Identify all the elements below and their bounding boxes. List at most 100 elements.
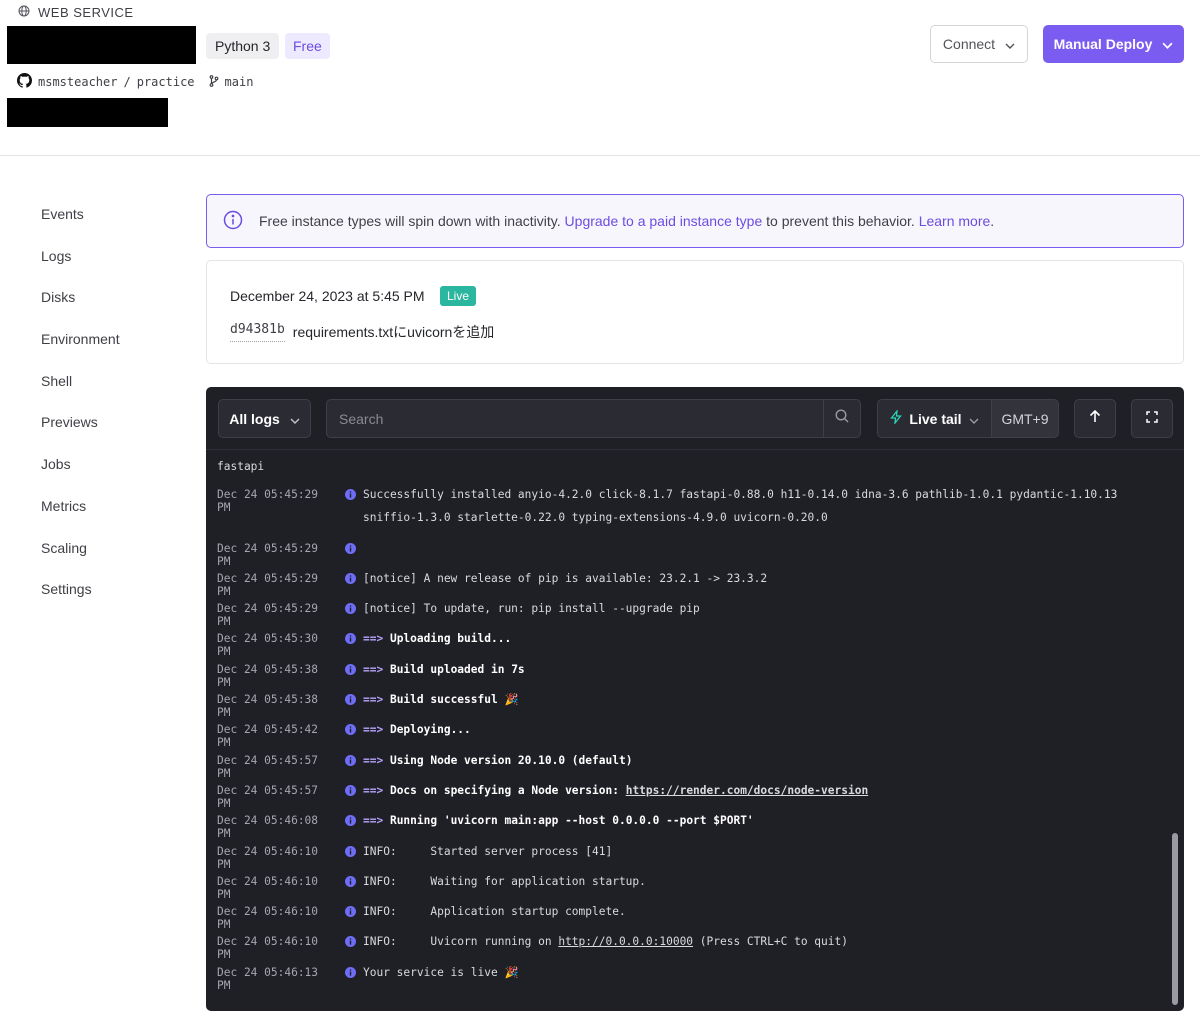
info-icon: [337, 845, 363, 857]
info-icon: [337, 875, 363, 887]
log-filter-label: All logs: [229, 410, 280, 427]
banner-text-end: .: [990, 213, 995, 229]
commit-message: requirements.txtにuvicornを追加: [292, 324, 495, 340]
log-filter-dropdown[interactable]: All logs: [218, 399, 311, 438]
log-message: ==> Running 'uvicorn main:app --host 0.0…: [363, 814, 754, 827]
log-timestamp: Dec 24 05:45:30 PM: [217, 632, 319, 658]
log-message: ==> Using Node version 20.10.0 (default): [363, 754, 633, 767]
sidebar-item-events[interactable]: Events: [41, 200, 181, 242]
repo-name-link[interactable]: practice: [137, 75, 195, 89]
sidebar-item-jobs[interactable]: Jobs: [41, 450, 181, 492]
log-line: Dec 24 05:45:30 PM ==> Uploading build...: [217, 632, 1162, 658]
chevron-down-icon: [290, 411, 300, 427]
status-badge: Live: [440, 286, 477, 306]
log-message: INFO: Application startup complete.: [363, 905, 626, 918]
log-scrollbar[interactable]: [1172, 833, 1178, 1005]
branch-link[interactable]: main: [225, 75, 254, 89]
fullscreen-button[interactable]: [1131, 399, 1173, 438]
chevron-down-icon: [1162, 36, 1173, 52]
sidebar-item-settings[interactable]: Settings: [41, 575, 181, 617]
log-line: Dec 24 05:46:10 PM INFO: Uvicorn running …: [217, 935, 1162, 961]
sidebar-item-environment[interactable]: Environment: [41, 325, 181, 367]
redacted-service-name: [7, 26, 196, 64]
log-arrow: ==>: [363, 693, 390, 706]
log-line-partial: fastapi: [217, 460, 265, 473]
free-instance-banner: Free instance types will spin down with …: [206, 194, 1184, 248]
log-message: Successfully installed anyio-4.2.0 click…: [363, 488, 1125, 524]
log-message: ==> Docs on specifying a Node version: h…: [363, 784, 869, 797]
service-type-label: WEB SERVICE: [38, 5, 134, 20]
lightning-icon: [890, 408, 903, 427]
log-timestamp: Dec 24 05:45:57 PM: [217, 784, 319, 810]
log-arrow: ==>: [363, 754, 390, 767]
log-timestamp: Dec 24 05:45:38 PM: [217, 693, 319, 719]
info-icon: [337, 935, 363, 947]
learn-more-link[interactable]: Learn more: [919, 213, 991, 229]
log-arrow: ==>: [363, 784, 390, 797]
sidebar-item-previews[interactable]: Previews: [41, 408, 181, 450]
log-message: ==> Build successful 🎉: [363, 693, 519, 706]
connect-button[interactable]: Connect: [930, 25, 1028, 63]
live-tail-button[interactable]: Live tail: [877, 399, 992, 438]
log-message: [notice] A new release of pip is availab…: [363, 572, 768, 585]
log-line: Dec 24 05:45:29 PM [notice] To update, ru…: [217, 602, 1162, 628]
info-icon: [337, 723, 363, 735]
commit-hash-link[interactable]: d94381b: [230, 322, 285, 342]
log-line: Dec 24 05:45:57 PM ==> Using Node version…: [217, 754, 1162, 780]
log-arrow: ==>: [363, 632, 390, 645]
info-icon: [337, 488, 363, 500]
log-message: INFO: Waiting for application startup.: [363, 875, 646, 888]
sidebar-item-shell[interactable]: Shell: [41, 367, 181, 409]
repo-owner-link[interactable]: msmsteacher: [38, 75, 117, 89]
globe-icon: [18, 5, 30, 20]
deploy-card[interactable]: December 24, 2023 at 5:45 PM Live d94381…: [206, 260, 1184, 364]
log-search-input[interactable]: [326, 399, 824, 438]
sidebar-item-disks[interactable]: Disks: [41, 283, 181, 325]
log-line: Dec 24 05:45:38 PM ==> Build uploaded in …: [217, 663, 1162, 689]
search-icon: [835, 409, 849, 428]
log-line: Dec 24 05:45:29 PM Successfully installed…: [217, 488, 1162, 529]
sidebar-item-logs[interactable]: Logs: [41, 242, 181, 284]
commit-line: d94381b requirements.txtにuvicornを追加: [230, 322, 494, 342]
scroll-top-button[interactable]: [1074, 399, 1116, 438]
log-line: Dec 24 05:45:29 PM [notice] A new release…: [217, 572, 1162, 598]
log-timestamp: Dec 24 05:45:42 PM: [217, 723, 319, 749]
github-icon: [17, 73, 33, 91]
banner-text-middle: to prevent this behavior.: [766, 213, 915, 229]
log-arrow: ==>: [363, 663, 390, 676]
connect-label: Connect: [942, 36, 996, 52]
plan-badge: Free: [285, 33, 330, 59]
info-icon: [337, 693, 363, 705]
log-timestamp: Dec 24 05:45:29 PM: [217, 542, 319, 568]
info-icon: [337, 632, 363, 644]
log-line: Dec 24 05:46:08 PM ==> Running 'uvicorn m…: [217, 814, 1162, 840]
log-message: [notice] To update, run: pip install --u…: [363, 602, 700, 615]
info-icon: [223, 210, 243, 233]
log-timestamp: Dec 24 05:46:10 PM: [217, 935, 319, 961]
live-tail-label: Live tail: [909, 410, 962, 427]
chevron-down-icon: [1005, 36, 1015, 52]
log-message: ==> Uploading build...: [363, 632, 512, 645]
branch-icon: [209, 74, 219, 90]
log-link[interactable]: https://render.com/docs/node-version: [626, 784, 868, 797]
upgrade-link[interactable]: Upgrade to a paid instance type: [565, 213, 763, 229]
timezone-selector[interactable]: GMT+9: [991, 399, 1059, 438]
log-message: ==> Deploying...: [363, 723, 471, 736]
info-icon: [337, 572, 363, 584]
log-message: INFO: Uvicorn running on http://0.0.0.0:…: [363, 935, 848, 948]
info-icon: [337, 814, 363, 826]
log-line: Dec 24 05:46:10 PM INFO: Started server p…: [217, 845, 1162, 871]
sidebar-item-metrics[interactable]: Metrics: [41, 492, 181, 534]
log-line: Dec 24 05:46:13 PM Your service is live 🎉: [217, 966, 1162, 992]
manual-deploy-button[interactable]: Manual Deploy: [1043, 25, 1184, 63]
info-icon: [337, 754, 363, 766]
log-message: ==> Build uploaded in 7s: [363, 663, 525, 676]
sidebar-nav: Events Logs Disks Environment Shell Prev…: [41, 200, 181, 617]
sidebar-item-scaling[interactable]: Scaling: [41, 534, 181, 576]
log-link[interactable]: http://0.0.0.0:10000: [558, 935, 693, 948]
log-timestamp: Dec 24 05:46:13 PM: [217, 966, 319, 992]
info-icon: [337, 905, 363, 917]
chevron-down-icon: [969, 411, 979, 427]
log-timestamp: Dec 24 05:46:10 PM: [217, 905, 319, 931]
search-button[interactable]: [823, 399, 861, 438]
